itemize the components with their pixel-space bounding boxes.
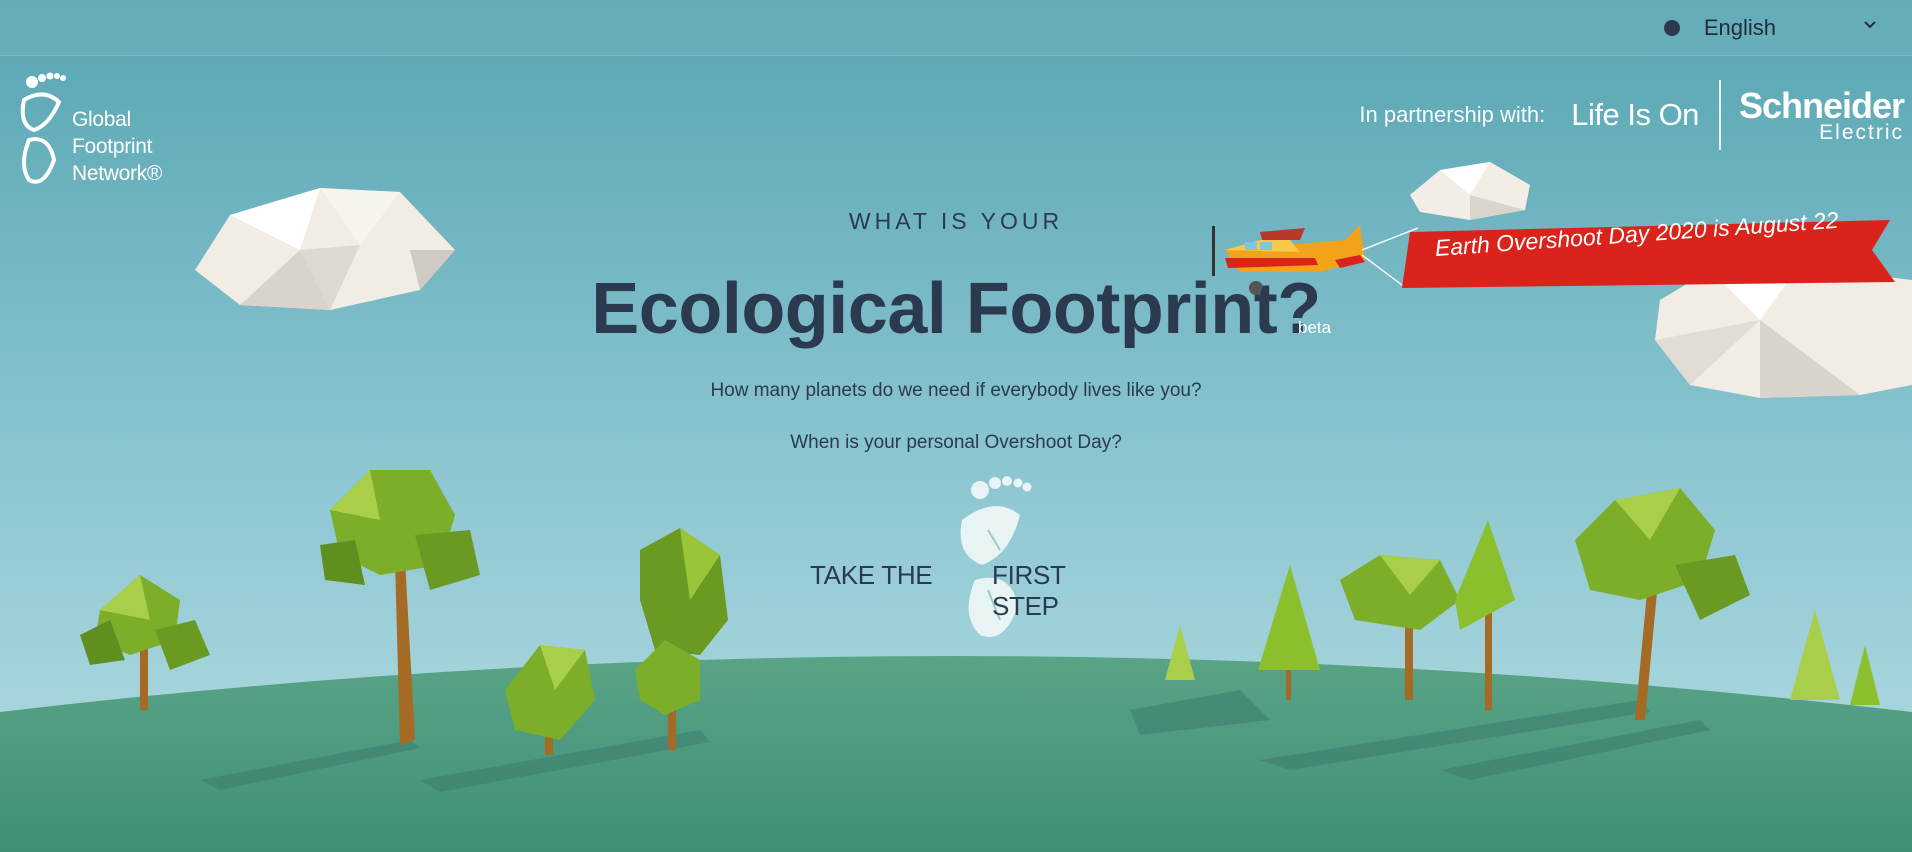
hero-question-1: How many planets do we need if everybody…	[710, 380, 1202, 401]
schneider-logo[interactable]: Schneider Electric	[1738, 84, 1905, 144]
top-bar: English	[0, 0, 1912, 56]
gfn-logo[interactable]: Global Footprint Network®	[14, 70, 174, 195]
life-is-on-logo[interactable]: Life Is On	[1571, 97, 1699, 133]
partnership-area: In partnership with: Life Is On Schneide…	[1359, 80, 1905, 150]
language-label: English	[1703, 15, 1776, 40]
partner-divider	[1718, 80, 1721, 150]
brand-bottom: Electric	[1819, 120, 1904, 144]
logo-line-3: Network®	[72, 162, 163, 185]
cta-left-text: TAKE THE	[810, 560, 933, 590]
partnership-label: In partnership with:	[1359, 102, 1546, 127]
logo-line-2: Footprint	[72, 135, 153, 158]
chevron-down-icon	[1864, 21, 1876, 29]
cta-right-text: FIRST STEP	[992, 560, 1066, 621]
brand-top: Schneider	[1738, 84, 1905, 126]
hill	[0, 656, 1912, 852]
globe-icon	[1663, 20, 1680, 36]
take-first-step-button[interactable]: TAKE THE FIRST STEP	[790, 470, 1130, 650]
language-selector[interactable]: English	[1663, 12, 1876, 44]
beta-badge: beta	[1298, 318, 1332, 337]
hero-question-2: When is your personal Overshoot Day?	[790, 432, 1122, 453]
footprint-logo-icon	[20, 72, 66, 184]
logo-line-1: Global	[72, 108, 131, 131]
